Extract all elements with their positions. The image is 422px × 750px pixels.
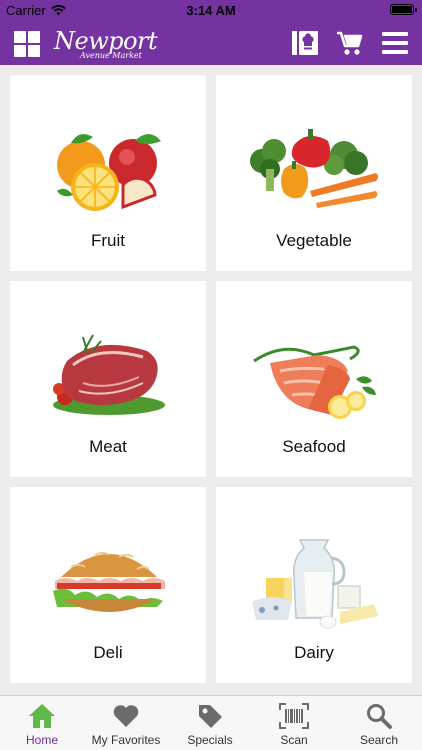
category-label-deli: Deli	[93, 643, 123, 662]
bottom-tab-bar: Home My Favorites Specials Scan Search	[0, 695, 422, 750]
dairy-image	[216, 527, 412, 637]
deli-image	[10, 527, 206, 637]
tab-home[interactable]: Home	[0, 696, 84, 750]
status-bar: Carrier 3:14 AM	[0, 0, 422, 20]
grid-icon[interactable]	[14, 31, 40, 57]
category-grid: Fruit Vegetable Meat Seafood Deli Dairy	[0, 65, 422, 695]
clock: 3:14 AM	[186, 3, 236, 18]
barcode-icon	[279, 703, 309, 729]
home-icon	[29, 704, 55, 728]
tab-my-favorites[interactable]: My Favorites	[84, 696, 168, 750]
category-card-fruit[interactable]: Fruit	[10, 75, 206, 271]
category-card-meat[interactable]: Meat	[10, 281, 206, 477]
brand-logo[interactable]: Newport Avenue Market	[54, 27, 158, 60]
category-card-dairy[interactable]: Dairy	[216, 487, 412, 683]
cart-icon[interactable]	[336, 30, 364, 57]
app-header: Newport Avenue Market	[0, 20, 422, 65]
category-label-fruit: Fruit	[91, 231, 125, 250]
logo-main-text: Newport	[54, 27, 158, 55]
heart-icon	[113, 705, 139, 727]
tab-specials[interactable]: Specials	[168, 696, 252, 750]
tab-scan[interactable]: Scan	[252, 696, 336, 750]
category-card-deli[interactable]: Deli	[10, 487, 206, 683]
tab-scan-label: Scan	[280, 733, 308, 747]
recipe-book-icon[interactable]	[290, 29, 320, 57]
category-label-vegetable: Vegetable	[276, 231, 352, 250]
category-label-dairy: Dairy	[294, 643, 334, 662]
tab-search-label: Search	[359, 733, 399, 747]
tab-my-favorites-label: My Favorites	[91, 733, 161, 747]
search-icon	[367, 704, 392, 729]
tag-icon	[199, 705, 222, 728]
menu-icon[interactable]	[382, 32, 408, 54]
tab-search[interactable]: Search	[336, 696, 422, 750]
tab-home-label: Home	[25, 733, 58, 747]
fruit-image	[10, 115, 206, 225]
category-label-meat: Meat	[89, 437, 127, 456]
category-card-seafood[interactable]: Seafood	[216, 281, 412, 477]
battery-icon	[390, 4, 417, 15]
category-label-seafood: Seafood	[282, 437, 346, 456]
seafood-image	[216, 321, 412, 431]
tab-specials-label: Specials	[187, 733, 233, 747]
category-card-vegetable[interactable]: Vegetable	[216, 75, 412, 271]
vegetable-image	[216, 115, 412, 225]
meat-image	[10, 321, 206, 431]
